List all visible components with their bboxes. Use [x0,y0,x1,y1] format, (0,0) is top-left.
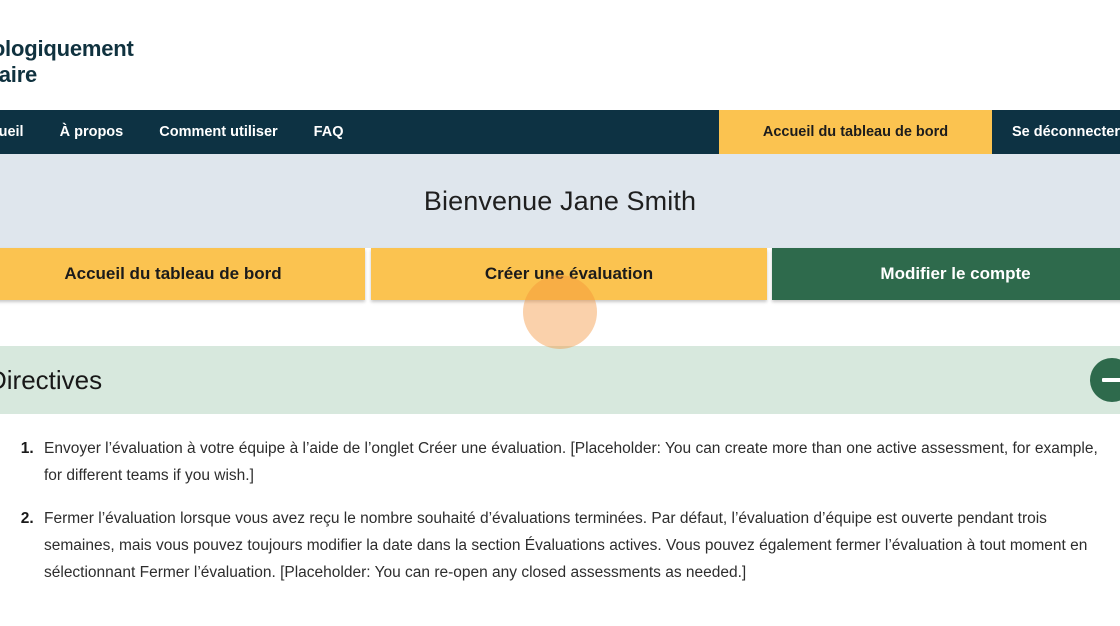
minus-circle-icon[interactable] [1090,358,1120,402]
nav-item-accueil[interactable]: Accueil [0,110,42,154]
content-gap [0,304,1120,346]
create-assessment-button[interactable]: Créer une évaluation [371,248,767,300]
directives-section-header[interactable]: Directives [0,346,1120,414]
site-logo-text[interactable]: Psychologiquement sécuritaire [0,36,188,88]
main-navigation: Accueil À propos Comment utiliser FAQ Ac… [0,110,1120,154]
nav-item-faq[interactable]: FAQ [296,110,362,154]
list-item: Fermer l’évaluation lorsque vous avez re… [38,506,1116,586]
welcome-title: Bienvenue Jane Smith [423,185,697,216]
directive-step-1-text: Envoyer l’évaluation à votre équipe à l’… [44,440,1098,484]
dashboard-home-button[interactable]: Accueil du tableau de bord [0,248,365,300]
nav-primary-links: Accueil À propos Comment utiliser FAQ [0,110,361,154]
directives-content: Envoyer l’évaluation à votre équipe à l’… [0,414,1120,587]
site-header: Psychologiquement sécuritaire [0,0,1120,110]
nav-item-dashboard-home[interactable]: Accueil du tableau de bord [719,110,992,154]
dashboard-action-buttons: Accueil du tableau de bord Créer une éva… [0,248,1120,304]
nav-item-comment-utiliser[interactable]: Comment utiliser [141,110,295,154]
directive-step-2-text: Fermer l’évaluation lorsque vous avez re… [44,510,1088,581]
welcome-banner: Bienvenue Jane Smith [0,154,1120,248]
list-item: Envoyer l’évaluation à votre équipe à l’… [38,436,1116,489]
minus-bar [1102,378,1120,382]
directives-heading: Directives [0,364,103,395]
nav-item-a-propos[interactable]: À propos [42,110,142,154]
nav-item-logout[interactable]: Se déconnecter [992,110,1120,154]
edit-account-button[interactable]: Modifier le compte [772,248,1120,300]
directives-step-list: Envoyer l’évaluation à votre équipe à l’… [4,436,1116,586]
